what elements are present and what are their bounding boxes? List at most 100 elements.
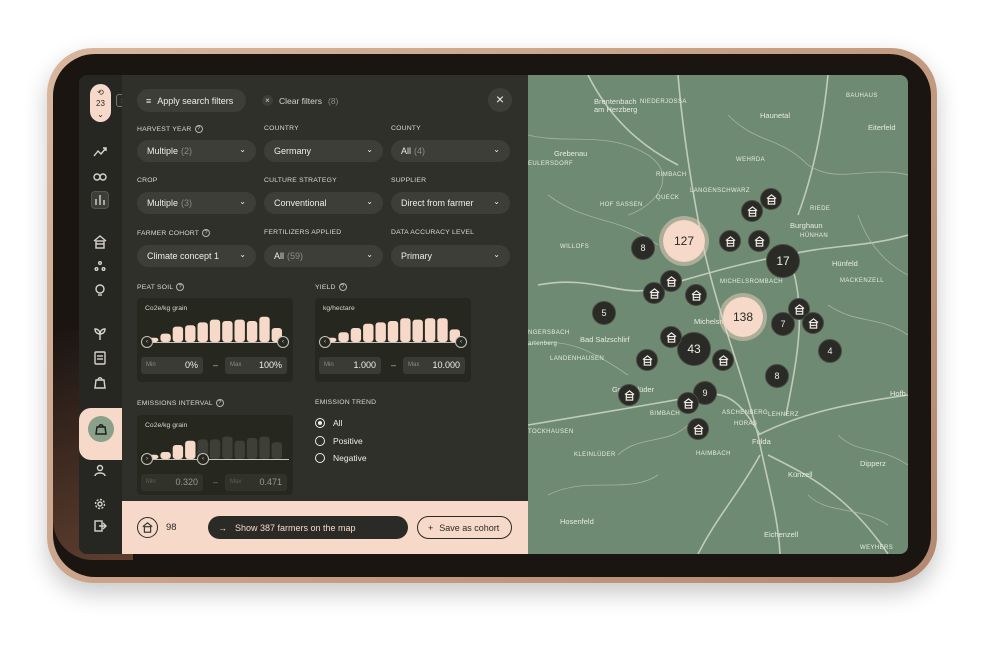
- farmer-map[interactable]: Brentenbach am Herzberg NIEDERJOSSA BAUHAUS…: [528, 75, 908, 554]
- peat-soil-max-field[interactable]: Max 100%: [225, 357, 287, 374]
- farm-pin[interactable]: [802, 312, 824, 334]
- emissions-max-field[interactable]: Max 0.471: [225, 474, 287, 491]
- supplier-select[interactable]: Direct from farmer ⌄: [391, 192, 510, 214]
- farm-pin[interactable]: [748, 230, 770, 252]
- farm-pin[interactable]: [712, 349, 734, 371]
- map-cluster[interactable]: 8: [631, 236, 655, 260]
- farm-pin[interactable]: [618, 384, 640, 406]
- gear-icon[interactable]: [91, 495, 109, 513]
- help-icon[interactable]: ?: [194, 125, 203, 133]
- slider-min-handle[interactable]: ‹: [141, 336, 153, 348]
- map-place-label: EULERSDORF: [528, 161, 574, 167]
- farm-icon: [766, 193, 776, 205]
- user-icon[interactable]: [91, 461, 109, 479]
- apply-filters-button[interactable]: ≡ Apply search filters: [137, 89, 246, 112]
- harvest-year-select[interactable]: Multiple (2) ⌄: [137, 140, 256, 162]
- farm-icon: [666, 331, 676, 343]
- save-cohort-button[interactable]: + Save as cohort: [417, 516, 512, 539]
- map-roads: [528, 75, 908, 554]
- map-cluster[interactable]: 5: [592, 301, 616, 325]
- culture-strategy-select[interactable]: Conventional ⌄: [264, 192, 383, 214]
- help-icon[interactable]: ?: [176, 283, 185, 291]
- accuracy-select[interactable]: Primary ⌄: [391, 245, 510, 267]
- farm-icon: [718, 354, 728, 366]
- slider-track[interactable]: [141, 342, 289, 343]
- map-place-label: Hosenfeld: [560, 517, 594, 526]
- farmer-cohort-label: FARMER COHORT ?: [137, 229, 211, 237]
- help-icon[interactable]: ?: [338, 283, 347, 291]
- slider-min-handle[interactable]: ‹: [319, 336, 331, 348]
- plant-icon[interactable]: [91, 325, 109, 343]
- map-place-label: Hofb: [890, 389, 906, 398]
- slider-max-handle[interactable]: ‹: [277, 336, 289, 348]
- farm-pin[interactable]: [741, 200, 763, 222]
- farm-pin[interactable]: [687, 418, 709, 440]
- trend-icon[interactable]: [91, 144, 109, 162]
- logout-icon[interactable]: [91, 517, 109, 535]
- close-panel-button[interactable]: ×: [488, 88, 512, 112]
- map-place-label: Grebenau: [554, 149, 588, 158]
- map-cluster[interactable]: 4: [818, 339, 842, 363]
- map-place-label: LANDENHAUSEN: [550, 356, 605, 362]
- slider-max-handle[interactable]: ‹: [197, 453, 209, 465]
- farmer-cohort-select[interactable]: Climate concept 1 ⌄: [137, 245, 256, 267]
- bar-chart-icon[interactable]: [91, 191, 109, 209]
- cohort-tab[interactable]: [79, 408, 122, 460]
- map-cluster[interactable]: 17: [766, 244, 800, 278]
- fertilizers-select[interactable]: All (59) ⌄: [264, 245, 383, 267]
- slider-track[interactable]: [319, 342, 467, 343]
- crop-select[interactable]: Multiple (3) ⌄: [137, 192, 256, 214]
- farm-pin[interactable]: [677, 392, 699, 414]
- bag-icon[interactable]: [91, 373, 109, 391]
- supplier-label-text: SUPPLIER: [391, 177, 427, 184]
- emissions-min-field[interactable]: Min 0.320: [141, 474, 203, 491]
- clear-filters-button[interactable]: × Clear filters (8): [262, 89, 338, 112]
- report-icon[interactable]: [91, 349, 109, 367]
- help-icon[interactable]: ?: [202, 229, 211, 237]
- farm-icon[interactable]: [91, 233, 109, 251]
- radio-label: Negative: [333, 453, 367, 463]
- county-select[interactable]: All (4) ⌄: [391, 140, 510, 162]
- radio-label: Positive: [333, 436, 363, 446]
- map-cluster[interactable]: 127: [659, 216, 709, 266]
- farm-pin[interactable]: [636, 349, 658, 371]
- histogram-bar: [222, 436, 233, 459]
- farm-pin[interactable]: [643, 282, 665, 304]
- min-label: Min: [146, 362, 156, 368]
- map-cluster[interactable]: 138: [719, 293, 767, 341]
- peat-soil-min-field[interactable]: Min 0%: [141, 357, 203, 374]
- histogram-bar: [259, 436, 270, 459]
- country-select[interactable]: Germany ⌄: [264, 140, 383, 162]
- map-cluster[interactable]: 43: [677, 332, 711, 366]
- radio-positive[interactable]: Positive: [315, 436, 363, 446]
- yield-max-field[interactable]: Max 10.000: [403, 357, 465, 374]
- farm-pin[interactable]: [685, 284, 707, 306]
- farm-pin[interactable]: [760, 188, 782, 210]
- map-place-label: am Herzberg: [594, 105, 638, 114]
- map-place-label: artenberg: [528, 341, 558, 347]
- chevron-down-icon: ⌄: [239, 197, 246, 206]
- yield-min-field[interactable]: Min 1.000: [319, 357, 381, 374]
- help-icon[interactable]: ?: [215, 399, 224, 407]
- bulb-icon[interactable]: [91, 281, 109, 299]
- map-cluster[interactable]: 8: [765, 364, 789, 388]
- dots-icon[interactable]: [91, 257, 109, 275]
- year-selector[interactable]: ⟲ 23 ⌄: [90, 84, 111, 122]
- radio-all[interactable]: All: [315, 418, 342, 428]
- farm-pin[interactable]: [660, 326, 682, 348]
- map-place-label: NIEDERJOSSA: [640, 99, 687, 105]
- radio-label: All: [333, 418, 343, 428]
- map-place-label: Hünfeld: [832, 259, 858, 268]
- slider-min-handle[interactable]: ›: [141, 453, 153, 465]
- map-place-label: TOCKHAUSEN: [528, 429, 574, 435]
- map-place-label: Eichenzell: [764, 530, 799, 539]
- map-place-label: HÜNHAN: [800, 233, 829, 239]
- accuracy-value: Primary: [401, 251, 432, 261]
- farm-pin[interactable]: [719, 230, 741, 252]
- radio-negative[interactable]: Negative: [315, 453, 367, 463]
- slider-track[interactable]: [141, 459, 289, 460]
- link-icon[interactable]: [91, 168, 109, 186]
- show-farmers-button[interactable]: → Show 387 farmers on the map: [208, 516, 408, 539]
- slider-max-handle[interactable]: ‹: [455, 336, 467, 348]
- fertilizers-count: (59): [287, 251, 304, 261]
